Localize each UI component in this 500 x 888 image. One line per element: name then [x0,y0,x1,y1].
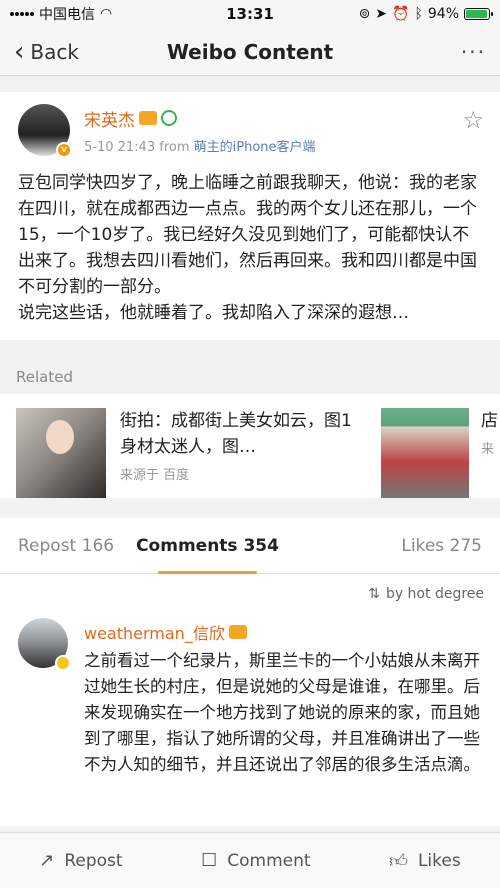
alarm-icon: ⏰ [392,6,410,22]
related-section: Related 街拍：成都街上美女如云，图1身材太迷人，图… 来源于 百度 店 … [0,352,500,498]
carrier-label: 中国电信 [39,7,95,23]
comment-icon: ☐ [201,850,218,871]
fan-badge-icon [161,110,177,126]
post-paragraph: 豆包同学快四岁了，晚上临睡之前跟我聊天，他说：我的老家在四川，就在成都西边一点点… [18,173,477,297]
post-paragraph: 说完这些话，他就睡着了。我却陷入了深深的遐想… [18,303,409,323]
related-source: 来源于 百度 [120,468,190,483]
repost-icon: ↗ [39,850,55,871]
post-tabs: Repost 166 Comments 354 Likes 275 [0,518,500,574]
battery-icon [464,8,493,20]
related-thumbnail[interactable] [16,408,106,498]
bottom-action-bar: ↗ Repost ☐ Comment 👍︎ Likes [0,832,500,888]
avatar[interactable]: v [18,104,72,158]
comment-body: weatherman_信欣 之前看过一个纪录片，斯里兰卡的一个小姑娘从未离开过她… [84,618,484,812]
status-right: ⊚ ➤ ⏰ ᛒ 94% [358,6,493,22]
author-name-row: 宋英杰 [84,106,316,131]
status-bar: 中国电信 ◠ 13:31 ⊚ ➤ ⏰ ᛒ 94% [0,0,500,28]
sort-icon: ⇅ [368,586,380,602]
like-button[interactable]: 👍︎ Likes [389,850,461,872]
comment-text: 之前看过一个纪录片，斯里兰卡的一个小姑娘从未离开过她生长的村庄，但是说她的父母是… [84,651,480,774]
related-item[interactable]: 街拍：成都街上美女如云，图1身材太迷人，图… 来源于 百度 [120,408,365,483]
sort-control[interactable]: ⇅ by hot degree [0,574,500,614]
nav-bar: ‹ Back Weibo Content ··· [0,28,500,76]
post-from-label: from [159,139,190,155]
tab-likes[interactable]: Likes 275 [401,536,482,556]
repost-label: Repost [64,850,123,871]
battery-fill [466,10,487,18]
author-info: 宋英杰 5-10 21:43 from 萌主的iPhone客户端 [84,106,316,155]
signal-icon [10,12,34,16]
more-button[interactable]: ··· [461,40,486,64]
post-meta: 5-10 21:43 from 萌主的iPhone客户端 [84,136,316,155]
thumbnail-figure [46,420,74,454]
vip-crown-icon [139,111,157,125]
status-left: 中国电信 ◠ [10,4,112,24]
commenter-name-row: weatherman_信欣 [84,620,484,644]
back-button[interactable]: ‹ Back [14,39,79,65]
comment-button[interactable]: ☐ Comment [201,850,310,871]
lock-rotation-icon: ⊚ [358,6,371,22]
post-source[interactable]: 萌主的iPhone客户端 [194,140,316,155]
chevron-left-icon: ‹ [14,36,25,67]
verified-badge-icon [55,655,71,671]
sort-label: by hot degree [385,586,484,602]
back-label: Back [30,39,79,64]
related-source: 来 [481,442,495,457]
comment-label: Comment [227,850,311,871]
verified-badge-icon: v [56,142,72,158]
related-title: 店 [481,411,498,431]
commenter-avatar[interactable] [18,618,71,671]
star-icon[interactable]: ☆ [462,106,484,134]
wifi-icon: ◠ [100,6,113,22]
post-text: 豆包同学快四岁了，晚上临睡之前跟我聊天，他说：我的老家在四川，就在成都西边一点点… [18,170,482,326]
battery-percent: 94% [427,6,459,22]
tab-group-left: Repost 166 Comments 354 [18,536,279,574]
weibo-post: v 宋英杰 5-10 21:43 from 萌主的iPhone客户端 ☆ 豆包同… [0,92,500,340]
tab-comments[interactable]: Comments 354 [136,536,279,574]
related-title: 街拍：成都街上美女如云，图1身材太迷人，图… [120,411,352,457]
tab-repost[interactable]: Repost 166 [18,536,114,556]
related-carousel[interactable]: 街拍：成都街上美女如云，图1身材太迷人，图… 来源于 百度 店 来 [0,394,500,498]
related-item[interactable]: 店 来 [481,408,498,457]
post-author-row: v 宋英杰 5-10 21:43 from 萌主的iPhone客户端 [18,104,482,158]
related-header: Related [0,352,500,394]
vip-crown-icon [228,625,247,639]
repost-button[interactable]: ↗ Repost [39,850,122,871]
like-label: Likes [417,850,461,871]
comment-item: weatherman_信欣 之前看过一个纪录片，斯里兰卡的一个小姑娘从未离开过她… [0,614,500,826]
related-thumbnail[interactable] [381,408,469,498]
location-icon: ➤ [375,6,388,22]
author-name[interactable]: 宋英杰 [84,106,135,131]
post-time: 5-10 21:43 [84,139,156,155]
commenter-name[interactable]: weatherman_信欣 [84,620,225,644]
thumbs-up-icon: 👍︎ [389,850,408,872]
bluetooth-icon: ᛒ [414,6,423,22]
